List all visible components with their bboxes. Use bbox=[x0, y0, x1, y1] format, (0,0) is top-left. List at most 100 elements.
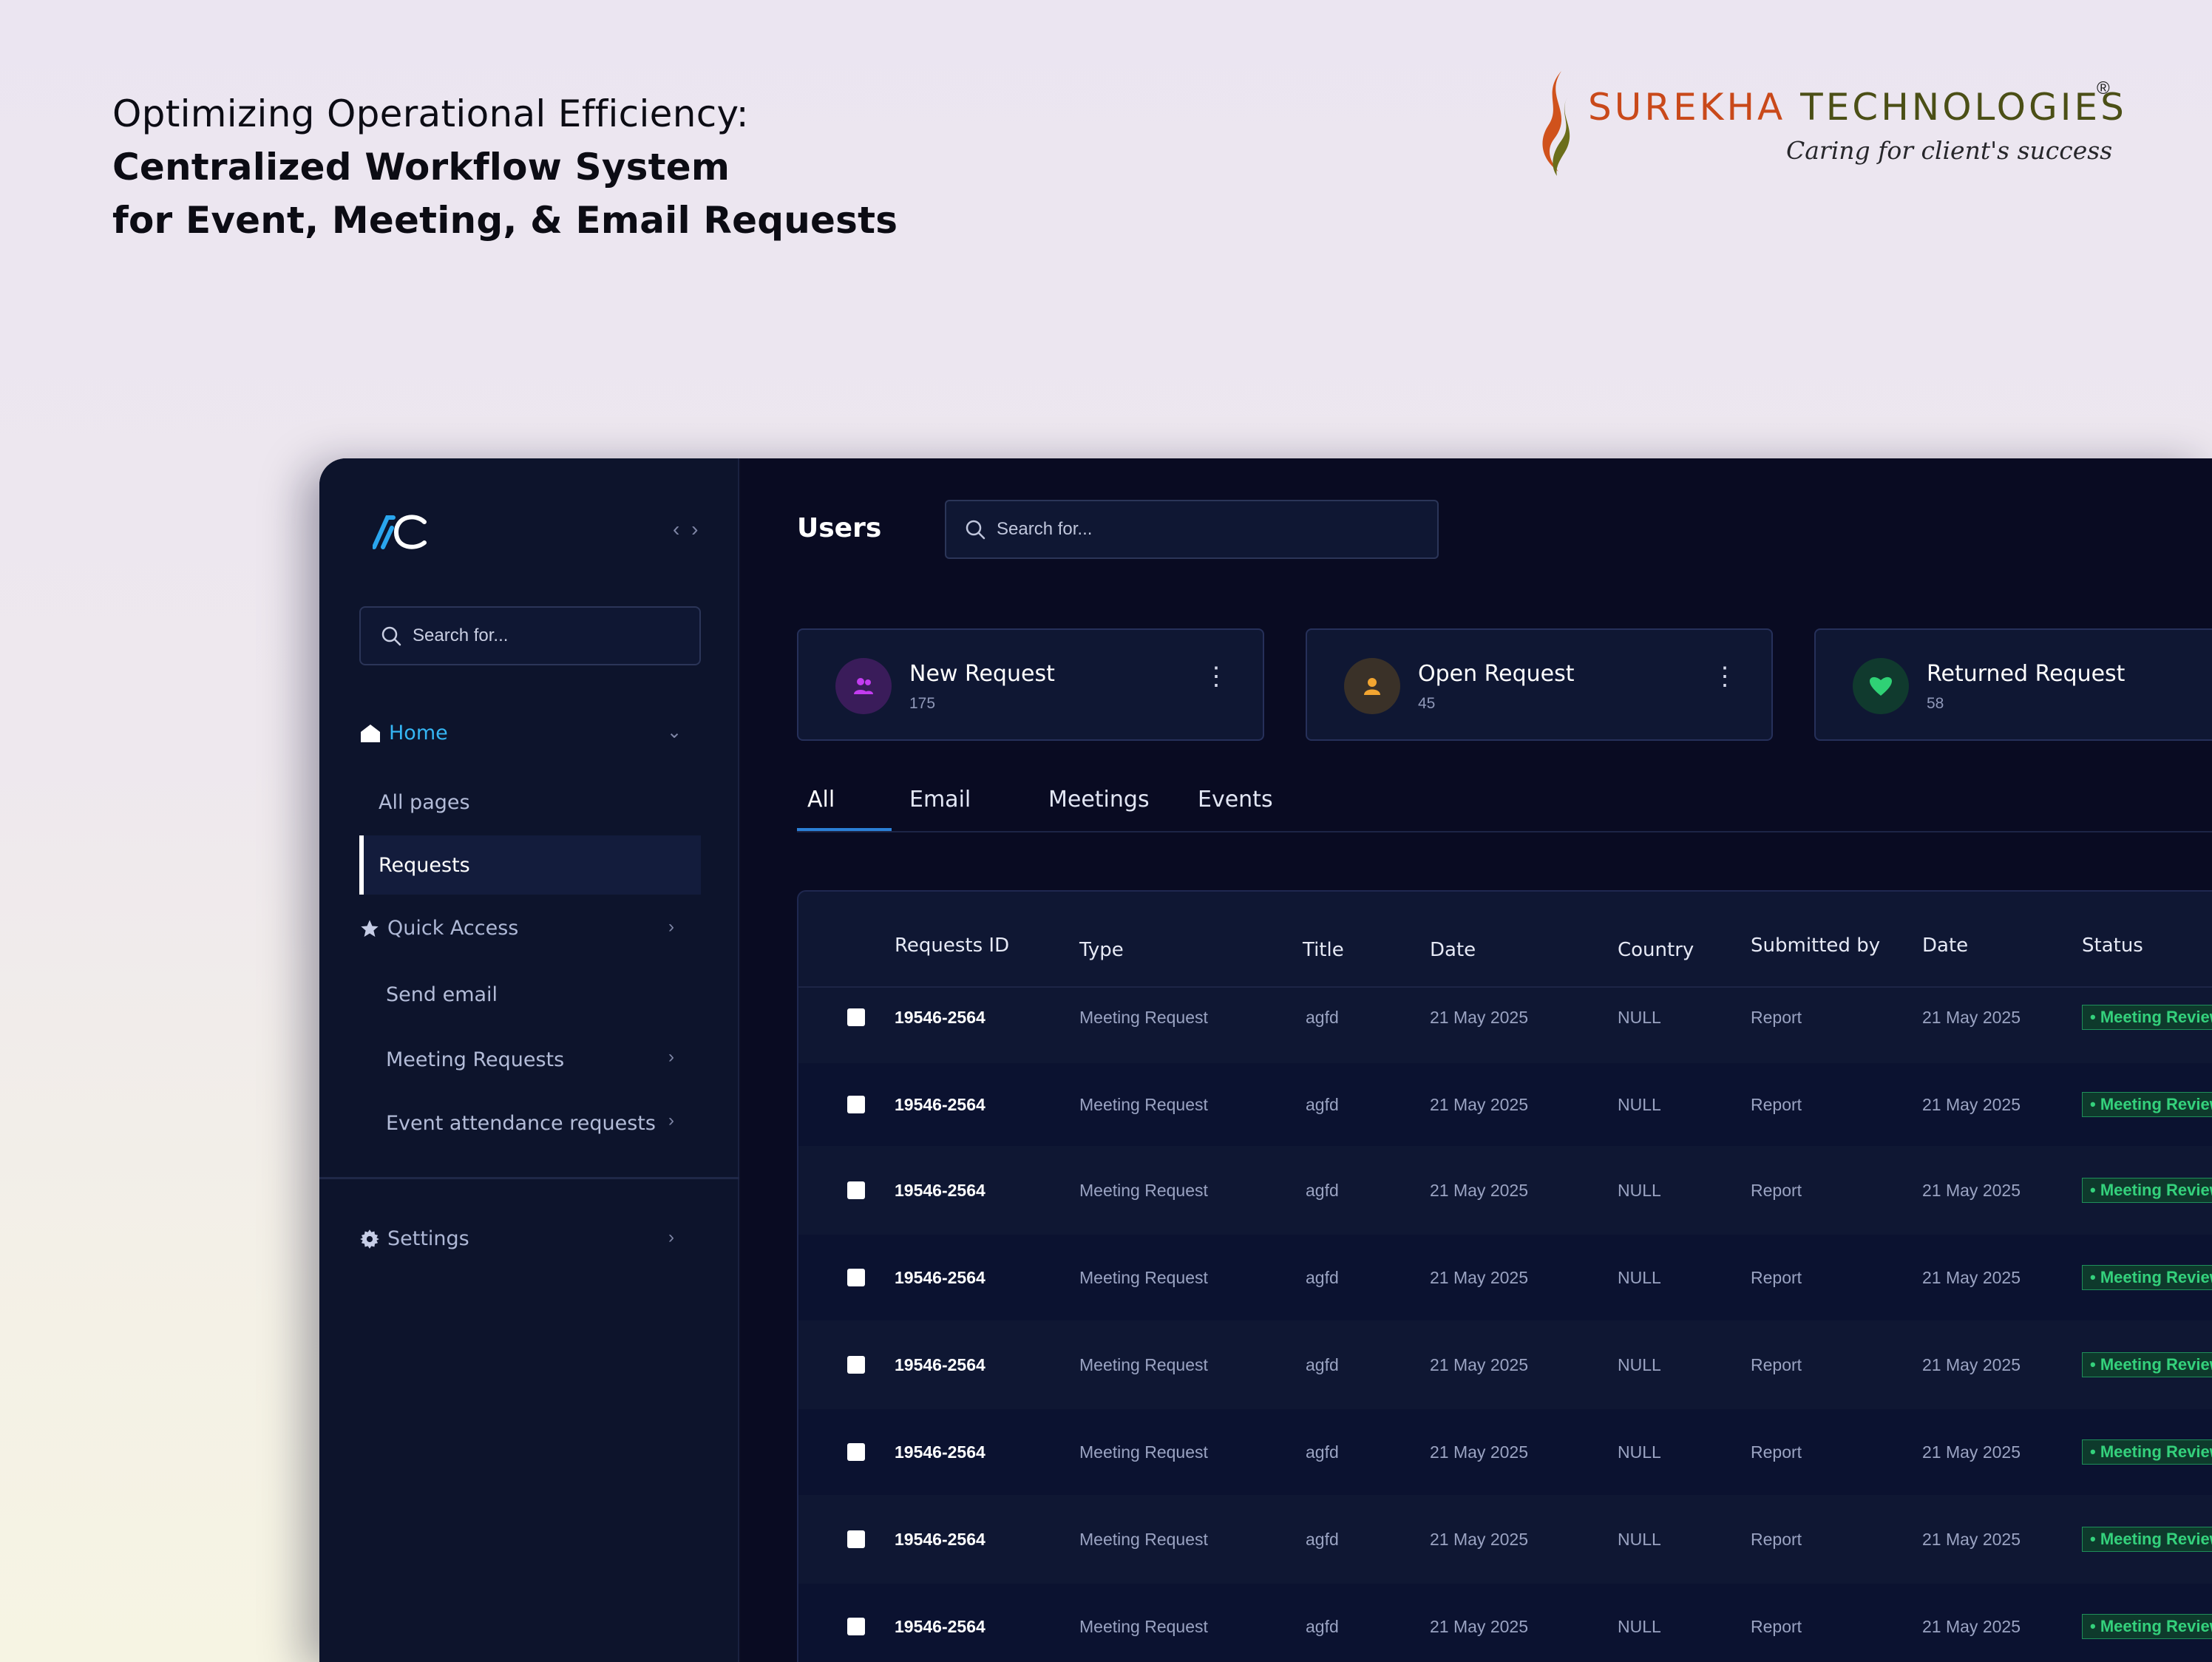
cell-request-id: 19546-2564 bbox=[895, 1529, 985, 1549]
card-title: New Request bbox=[909, 661, 1055, 687]
status-badge: • Meeting Review bbox=[2082, 1092, 2212, 1117]
users-icon bbox=[835, 658, 892, 714]
sidebar-item-settings[interactable]: Settings bbox=[359, 1227, 469, 1250]
cell-title: agfd bbox=[1306, 1180, 1339, 1200]
sidebar-item-label: Home bbox=[389, 722, 448, 744]
more-options-icon[interactable]: ⋮ bbox=[1204, 664, 1229, 689]
header-requests-id[interactable]: Requests ID bbox=[895, 935, 1009, 957]
row-checkbox[interactable] bbox=[847, 1008, 865, 1026]
app-window: AC ‹ › Search for... Home ⌄ All pages Re… bbox=[319, 458, 2212, 1662]
row-checkbox[interactable] bbox=[847, 1269, 865, 1286]
cell-request-id: 19546-2564 bbox=[895, 1442, 985, 1462]
sidebar-item-quick-access[interactable]: Quick Access bbox=[359, 917, 518, 940]
tab-email[interactable]: Email bbox=[899, 787, 981, 831]
chevron-right-icon[interactable]: › bbox=[668, 1047, 674, 1068]
cell-date-2: 21 May 2025 bbox=[1922, 1267, 2021, 1287]
tab-all[interactable]: All bbox=[797, 787, 892, 831]
row-checkbox[interactable] bbox=[847, 1181, 865, 1199]
cell-title: agfd bbox=[1306, 1616, 1339, 1636]
sidebar-item-label: Send email bbox=[386, 983, 498, 1006]
cell-country: NULL bbox=[1618, 1616, 1661, 1636]
cell-type: Meeting Request bbox=[1079, 1180, 1208, 1200]
sidebar-search-placeholder: Search for... bbox=[413, 625, 509, 645]
brand-tagline: Caring for client's success bbox=[1786, 136, 2113, 165]
card-title: Returned Request bbox=[1927, 661, 2126, 687]
table-row[interactable]: 19546-2564 Meeting Request agfd 21 May 2025… bbox=[798, 1584, 2212, 1662]
status-badge: • Meeting Review bbox=[2082, 1527, 2212, 1552]
headline-line-3: for Event, Meeting, & Email Requests bbox=[112, 199, 898, 242]
cell-title: agfd bbox=[1306, 1094, 1339, 1114]
cell-country: NULL bbox=[1618, 1180, 1661, 1200]
star-icon bbox=[361, 919, 379, 937]
sidebar-item-label: Quick Access bbox=[387, 917, 519, 940]
sidebar-item-meeting-requests[interactable]: Meeting Requests bbox=[386, 1048, 564, 1071]
card-count: 45 bbox=[1418, 695, 1436, 712]
card-count: 175 bbox=[909, 695, 936, 712]
cell-country: NULL bbox=[1618, 1267, 1661, 1287]
header-type[interactable]: Type bbox=[1079, 939, 1124, 961]
cell-type: Meeting Request bbox=[1079, 1442, 1208, 1462]
cell-request-id: 19546-2564 bbox=[895, 1007, 985, 1027]
stat-card-returned-request[interactable]: Returned Request 58 bbox=[1814, 628, 2212, 741]
card-title: Open Request bbox=[1418, 661, 1575, 687]
sidebar-item-home[interactable]: Home bbox=[359, 722, 448, 744]
chevron-right-icon[interactable]: › bbox=[668, 917, 674, 937]
header-title[interactable]: Title bbox=[1303, 939, 1344, 961]
tab-meetings[interactable]: Meetings bbox=[1038, 787, 1160, 831]
cell-submitted-by: Report bbox=[1751, 1442, 1802, 1462]
collapse-sidebar-icon[interactable]: ‹ › bbox=[673, 518, 701, 541]
table-row[interactable]: 19546-2564 Meeting Request agfd 21 May 2025… bbox=[798, 1063, 2212, 1146]
table-row[interactable]: 19546-2564 Meeting Request agfd 21 May 2025… bbox=[798, 1147, 2212, 1233]
search-input[interactable]: Search for... bbox=[945, 500, 1439, 559]
sidebar-item-label: Settings bbox=[387, 1227, 469, 1250]
header-country[interactable]: Country bbox=[1618, 939, 1694, 961]
row-checkbox[interactable] bbox=[847, 1356, 865, 1374]
sidebar: AC ‹ › Search for... Home ⌄ All pages Re… bbox=[319, 458, 739, 1662]
row-checkbox[interactable] bbox=[847, 1530, 865, 1548]
tab-events[interactable]: Events bbox=[1187, 787, 1283, 831]
sidebar-item-requests[interactable]: Requests bbox=[359, 835, 701, 895]
header-date[interactable]: Date bbox=[1430, 939, 1476, 961]
stat-card-open-request[interactable]: Open Request 45 ⋮ bbox=[1306, 628, 1773, 741]
sidebar-item-event-attendance[interactable]: Event attendance requests bbox=[386, 1112, 656, 1135]
cell-submitted-by: Report bbox=[1751, 1354, 1802, 1374]
cell-title: agfd bbox=[1306, 1007, 1339, 1027]
cell-country: NULL bbox=[1618, 1442, 1661, 1462]
row-checkbox[interactable] bbox=[847, 1443, 865, 1461]
table-row[interactable]: 19546-2564 Meeting Request agfd 21 May 2025… bbox=[798, 1496, 2212, 1582]
cell-type: Meeting Request bbox=[1079, 1354, 1208, 1374]
status-badge: • Meeting Review bbox=[2082, 1614, 2212, 1639]
registered-mark: ® bbox=[2097, 78, 2110, 98]
row-checkbox[interactable] bbox=[847, 1096, 865, 1113]
cell-date-2: 21 May 2025 bbox=[1922, 1180, 2021, 1200]
sidebar-search-input[interactable]: Search for... bbox=[359, 606, 701, 665]
table-row[interactable]: 19546-2564 Meeting Request agfd 21 May 2025… bbox=[798, 1409, 2212, 1495]
cell-submitted-by: Report bbox=[1751, 1529, 1802, 1549]
chevron-right-icon[interactable]: › bbox=[668, 1227, 674, 1248]
more-options-icon[interactable]: ⋮ bbox=[1712, 664, 1737, 689]
cell-date: 21 May 2025 bbox=[1430, 1267, 1528, 1287]
status-badge: • Meeting Review bbox=[2082, 1178, 2212, 1203]
chevron-down-icon[interactable]: ⌄ bbox=[667, 722, 682, 743]
sidebar-item-send-email[interactable]: Send email bbox=[386, 983, 498, 1006]
cell-submitted-by: Report bbox=[1751, 1007, 1802, 1027]
cell-submitted-by: Report bbox=[1751, 1094, 1802, 1114]
table-row[interactable]: 19546-2564 Meeting Request agfd 21 May 2025… bbox=[798, 988, 2212, 1047]
table-row[interactable]: 19546-2564 Meeting Request agfd 21 May 2025… bbox=[798, 1322, 2212, 1408]
row-checkbox[interactable] bbox=[847, 1618, 865, 1635]
table-row[interactable]: 19546-2564 Meeting Request agfd 21 May 2025… bbox=[798, 1235, 2212, 1320]
cell-date-2: 21 May 2025 bbox=[1922, 1616, 2021, 1636]
chevron-right-icon[interactable]: › bbox=[668, 1110, 674, 1131]
headline-line-1: Optimizing Operational Efficiency: bbox=[112, 92, 749, 135]
search-icon bbox=[966, 520, 985, 540]
cell-date: 21 May 2025 bbox=[1430, 1442, 1528, 1462]
header-status[interactable]: Status bbox=[2082, 935, 2143, 957]
header-submitted-by[interactable]: Submitted by bbox=[1751, 935, 1880, 957]
app-logo-icon: AC bbox=[373, 515, 427, 549]
sidebar-item-label: Meeting Requests bbox=[386, 1048, 565, 1071]
main-content: Users Search for... New Request 175 ⋮ Op… bbox=[741, 458, 2212, 1662]
header-date-2[interactable]: Date bbox=[1922, 935, 1968, 957]
tab-bar: All Email Meetings Events bbox=[797, 787, 2212, 832]
stat-card-new-request[interactable]: New Request 175 ⋮ bbox=[797, 628, 1264, 741]
sidebar-item-all-pages[interactable]: All pages bbox=[379, 791, 470, 814]
